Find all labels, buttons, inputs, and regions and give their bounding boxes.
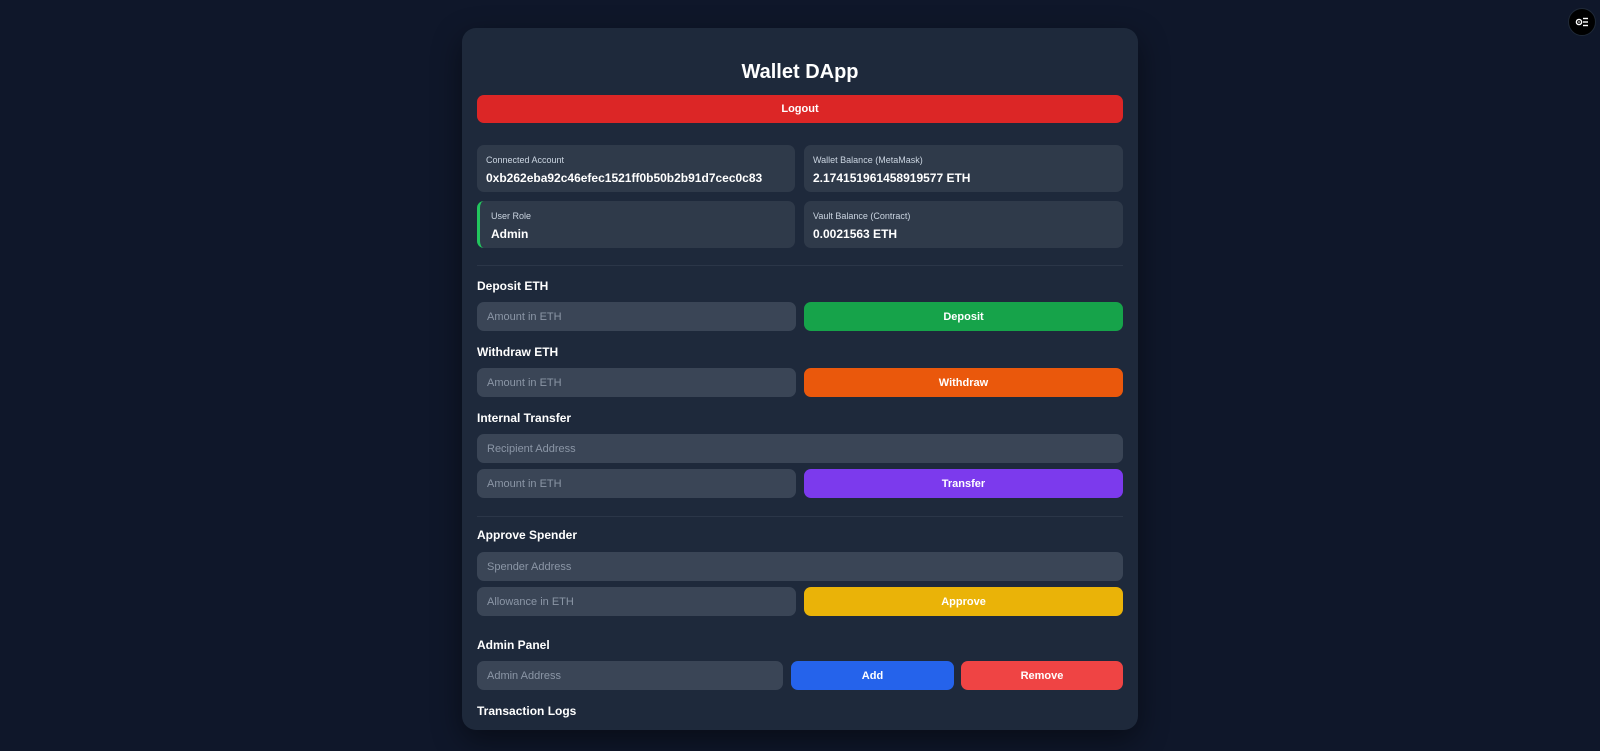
approve-heading: Approve Spender	[477, 528, 578, 542]
withdraw-button[interactable]: Withdraw	[804, 368, 1123, 397]
transaction-logs-heading: Transaction Logs	[477, 704, 577, 718]
vault-balance-label: Vault Balance (Contract)	[813, 211, 911, 221]
deposit-heading: Deposit ETH	[477, 279, 549, 293]
user-role-box: User Role Admin	[477, 201, 795, 248]
wallet-card: Wallet DApp Logout Connected Account 0xb…	[462, 28, 1138, 730]
spender-address-input[interactable]	[477, 552, 1123, 581]
logout-button[interactable]: Logout	[477, 95, 1123, 123]
admin-panel-heading: Admin Panel	[477, 638, 550, 652]
settings-list-icon-glyph	[1575, 17, 1588, 27]
wallet-balance-value: 2.174151961458919577 ETH	[813, 171, 971, 185]
add-admin-button[interactable]: Add	[791, 661, 954, 690]
wallet-balance-label: Wallet Balance (MetaMask)	[813, 155, 923, 165]
transfer-button[interactable]: Transfer	[804, 469, 1123, 498]
divider	[477, 265, 1123, 266]
vault-balance-box: Vault Balance (Contract) 0.0021563 ETH	[804, 201, 1123, 248]
remove-admin-button[interactable]: Remove	[961, 661, 1123, 690]
page-title: Wallet DApp	[741, 61, 859, 83]
withdraw-heading: Withdraw ETH	[477, 345, 559, 359]
wallet-balance-box: Wallet Balance (MetaMask) 2.174151961458…	[804, 145, 1123, 192]
admin-address-input[interactable]	[477, 661, 783, 690]
approve-button[interactable]: Approve	[804, 587, 1123, 616]
recipient-address-input[interactable]	[477, 434, 1123, 463]
connected-account-box: Connected Account 0xb262eba92c46efec1521…	[477, 145, 795, 192]
deposit-amount-input[interactable]	[477, 302, 796, 331]
withdraw-amount-input[interactable]	[477, 368, 796, 397]
settings-list-icon[interactable]	[1568, 8, 1596, 36]
user-role-value: Admin	[491, 227, 529, 241]
divider	[477, 516, 1123, 517]
connected-account-value: 0xb262eba92c46efec1521ff0b50b2b91d7cec0c…	[486, 171, 763, 185]
allowance-amount-input[interactable]	[477, 587, 796, 616]
vault-balance-value: 0.0021563 ETH	[813, 227, 898, 241]
transfer-amount-input[interactable]	[477, 469, 796, 498]
user-role-label: User Role	[491, 211, 532, 221]
transfer-heading: Internal Transfer	[477, 411, 572, 425]
deposit-button[interactable]: Deposit	[804, 302, 1123, 331]
connected-account-label: Connected Account	[486, 155, 565, 165]
